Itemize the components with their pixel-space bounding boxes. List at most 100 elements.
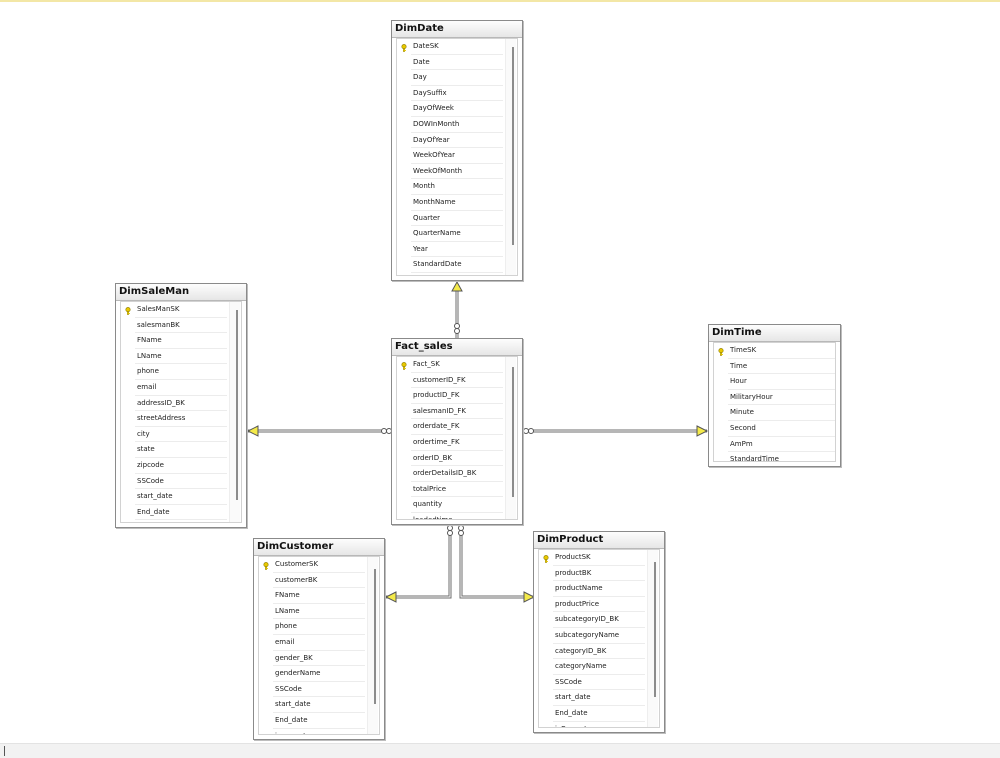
column-row[interactable]: WeekOfMonth: [397, 164, 503, 180]
column-row[interactable]: FName: [259, 588, 365, 604]
relationship-fact-dimdate[interactable]: [451, 280, 463, 338]
column-row[interactable]: Time: [714, 359, 835, 375]
column-row[interactable]: zipcode: [121, 458, 227, 474]
column-row[interactable]: email: [259, 635, 365, 651]
column-row[interactable]: categoryName: [539, 659, 645, 675]
column-row[interactable]: AmPm: [714, 437, 835, 453]
column-row[interactable]: phone: [121, 364, 227, 380]
table-title[interactable]: Fact_sales: [392, 339, 522, 356]
table-dimcustomer[interactable]: DimCustomer CustomerSK customerBK FName LNa…: [253, 538, 385, 740]
column-row[interactable]: SSCode: [259, 682, 365, 698]
column-row[interactable]: DayOfYear: [397, 133, 503, 149]
column-row[interactable]: Second: [714, 421, 835, 437]
column-row[interactable]: WeekOfYear: [397, 148, 503, 164]
table-title[interactable]: DimSaleMan: [116, 284, 246, 301]
column-row[interactable]: totalPrice: [397, 482, 503, 498]
column-row[interactable]: categoryID_BK: [539, 644, 645, 660]
table-title[interactable]: DimCustomer: [254, 539, 384, 556]
relationship-fact-dimsaleman[interactable]: [246, 425, 392, 437]
scrollbar-track[interactable]: [647, 550, 658, 727]
column-row[interactable]: Month: [397, 179, 503, 195]
scrollbar-thumb[interactable]: [654, 562, 656, 697]
column-row[interactable]: productID_FK: [397, 388, 503, 404]
column-row[interactable]: gender_BK: [259, 651, 365, 667]
column-row[interactable]: LName: [259, 604, 365, 620]
column-row[interactable]: salesmanID_FK: [397, 404, 503, 420]
column-row[interactable]: streetAddress: [121, 411, 227, 427]
column-row[interactable]: TimeSK: [714, 343, 835, 359]
table-dimsaleman[interactable]: DimSaleMan SalesManSK salesmanBK FName LNam…: [115, 283, 247, 528]
table-title[interactable]: DimTime: [709, 325, 840, 342]
scrollbar-track[interactable]: [505, 39, 516, 275]
column-row[interactable]: DaySuffix: [397, 86, 503, 102]
column-row[interactable]: Date: [397, 55, 503, 71]
column-row[interactable]: End_date: [259, 713, 365, 729]
column-row[interactable]: orderdate_FK: [397, 419, 503, 435]
column-row[interactable]: ProductSK: [539, 550, 645, 566]
column-row[interactable]: phone: [259, 619, 365, 635]
column-row[interactable]: salesmanBK: [121, 318, 227, 334]
column-row[interactable]: ordertime_FK: [397, 435, 503, 451]
column-row[interactable]: DateSK: [397, 39, 503, 55]
table-title[interactable]: DimProduct: [534, 532, 664, 549]
column-row[interactable]: LName: [121, 349, 227, 365]
column-row[interactable]: HolidayText: [397, 273, 503, 275]
column-row[interactable]: customerBK: [259, 573, 365, 589]
column-row[interactable]: genderName: [259, 666, 365, 682]
column-row[interactable]: StandardDate: [397, 257, 503, 273]
column-row[interactable]: orderID_BK: [397, 451, 503, 467]
column-row[interactable]: productName: [539, 581, 645, 597]
column-row[interactable]: DOWInMonth: [397, 117, 503, 133]
column-row[interactable]: Minute: [714, 405, 835, 421]
column-row[interactable]: iscurrent: [121, 520, 227, 522]
column-row[interactable]: city: [121, 427, 227, 443]
column-row[interactable]: End_date: [539, 706, 645, 722]
column-row[interactable]: subcategoryName: [539, 628, 645, 644]
column-row[interactable]: start_date: [539, 690, 645, 706]
scrollbar-thumb[interactable]: [236, 310, 238, 500]
column-row[interactable]: start_date: [259, 697, 365, 713]
table-dimtime[interactable]: DimTime TimeSK Time Hour MilitaryHour Minute…: [708, 324, 841, 467]
scrollbar-track[interactable]: [367, 557, 378, 734]
table-title[interactable]: DimDate: [392, 21, 522, 38]
scrollbar-track[interactable]: [505, 357, 516, 519]
column-row[interactable]: Quarter: [397, 211, 503, 227]
relationship-fact-dimtime[interactable]: [523, 425, 709, 437]
column-row[interactable]: SSCode: [121, 474, 227, 490]
column-row[interactable]: FName: [121, 333, 227, 349]
column-row[interactable]: DayOfWeek: [397, 101, 503, 117]
column-row[interactable]: MonthName: [397, 195, 503, 211]
column-row[interactable]: SSCode: [539, 675, 645, 691]
scrollbar-thumb[interactable]: [512, 47, 514, 245]
relationship-fact-dimcustomer[interactable]: [384, 525, 453, 603]
table-dimproduct[interactable]: DimProduct ProductSK productBK productName…: [533, 531, 665, 733]
column-row[interactable]: state: [121, 442, 227, 458]
column-row[interactable]: subcategoryID_BK: [539, 612, 645, 628]
column-row[interactable]: loadedtime: [397, 513, 503, 519]
column-row[interactable]: CustomerSK: [259, 557, 365, 573]
column-row[interactable]: quantity: [397, 497, 503, 513]
table-factsales[interactable]: Fact_sales Fact_SK customerID_FK productID…: [391, 338, 523, 525]
column-row[interactable]: orderDetailsID_BK: [397, 466, 503, 482]
column-row[interactable]: End_date: [121, 505, 227, 521]
column-row[interactable]: iscurrent: [259, 729, 365, 734]
column-row[interactable]: email: [121, 380, 227, 396]
column-row[interactable]: StandardTime: [714, 452, 835, 461]
column-row[interactable]: addressID_BK: [121, 396, 227, 412]
column-row[interactable]: customerID_FK: [397, 373, 503, 389]
column-row[interactable]: Day: [397, 70, 503, 86]
column-row[interactable]: productBK: [539, 566, 645, 582]
column-row[interactable]: start_date: [121, 489, 227, 505]
relationship-fact-dimproduct[interactable]: [458, 525, 536, 603]
column-row[interactable]: QuarterName: [397, 226, 503, 242]
column-row[interactable]: MilitaryHour: [714, 390, 835, 406]
column-row[interactable]: isCurrent: [539, 722, 645, 727]
column-row[interactable]: Hour: [714, 374, 835, 390]
column-row[interactable]: Year: [397, 242, 503, 258]
scrollbar-track[interactable]: [229, 302, 240, 522]
column-row[interactable]: SalesManSK: [121, 302, 227, 318]
scrollbar-thumb[interactable]: [512, 367, 514, 497]
scrollbar-thumb[interactable]: [374, 569, 376, 704]
column-row[interactable]: Fact_SK: [397, 357, 503, 373]
table-dimdate[interactable]: DimDate DateSK Date Day DaySuffix DayOfWeek D…: [391, 20, 523, 281]
